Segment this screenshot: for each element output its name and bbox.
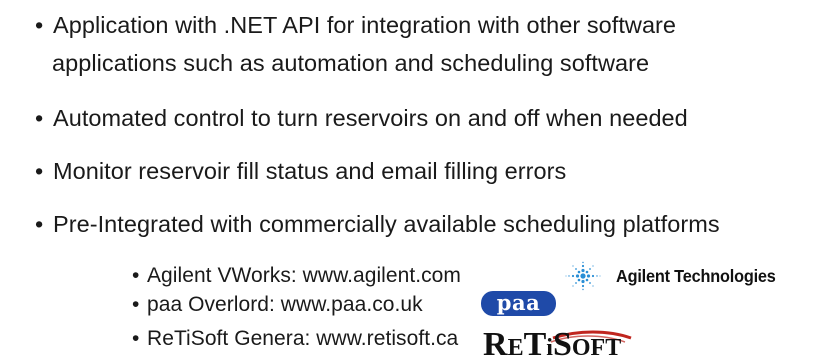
agilent-spark-icon xyxy=(565,261,601,291)
agilent-logo-text: Agilent Technologies xyxy=(616,265,776,286)
bullet-text: applications such as automation and sche… xyxy=(52,50,650,76)
sub-bullet-text: Agilent VWorks: www.agilent.com xyxy=(147,264,461,287)
bullet-dot: • xyxy=(35,158,44,184)
slide: { "bullets": [ "Application with .NET AP… xyxy=(0,0,817,362)
sub-bullet-text: ReTiSoft Genera: www.retisoft.ca xyxy=(147,327,459,350)
bullet-dot: • xyxy=(35,211,44,237)
bullet-item: • Monitor reservoir fill status and email… xyxy=(35,157,566,185)
bullet-item: • Pre-Integrated with commercially availa… xyxy=(35,210,720,238)
bullet-text: Application with .NET API for integratio… xyxy=(53,12,677,38)
bullet-dot: • xyxy=(132,327,140,350)
bullet-dot: • xyxy=(132,293,140,316)
bullet-continuation: applications such as automation and sche… xyxy=(52,49,649,77)
bullet-dot: • xyxy=(35,12,44,38)
bullet-item: • Application with .NET API for integrati… xyxy=(35,11,676,39)
paa-logo: paa xyxy=(481,291,556,316)
bullet-dot: • xyxy=(132,264,140,287)
bullet-text: Automated control to turn reservoirs on … xyxy=(53,105,688,131)
retisoft-logo-text: RETiSOFT xyxy=(483,328,622,362)
agilent-logo: Agilent Technologies xyxy=(564,260,788,292)
bullet-item: • Automated control to turn reservoirs on… xyxy=(35,104,688,132)
retisoft-logo: RETiSOFT xyxy=(483,328,633,362)
bullet-text: Monitor reservoir fill status and email … xyxy=(53,158,567,184)
bullet-text: Pre-Integrated with commercially availab… xyxy=(53,211,720,237)
sub-bullet-item: • Agilent VWorks: www.agilent.com xyxy=(132,263,461,289)
paa-logo-text: paa xyxy=(496,289,541,315)
sub-bullet-text: paa Overlord: www.paa.co.uk xyxy=(147,293,423,316)
sub-bullet-item: • ReTiSoft Genera: www.retisoft.ca xyxy=(132,326,458,352)
bullet-dot: • xyxy=(35,105,44,131)
sub-bullet-item: • paa Overlord: www.paa.co.uk xyxy=(132,292,423,318)
